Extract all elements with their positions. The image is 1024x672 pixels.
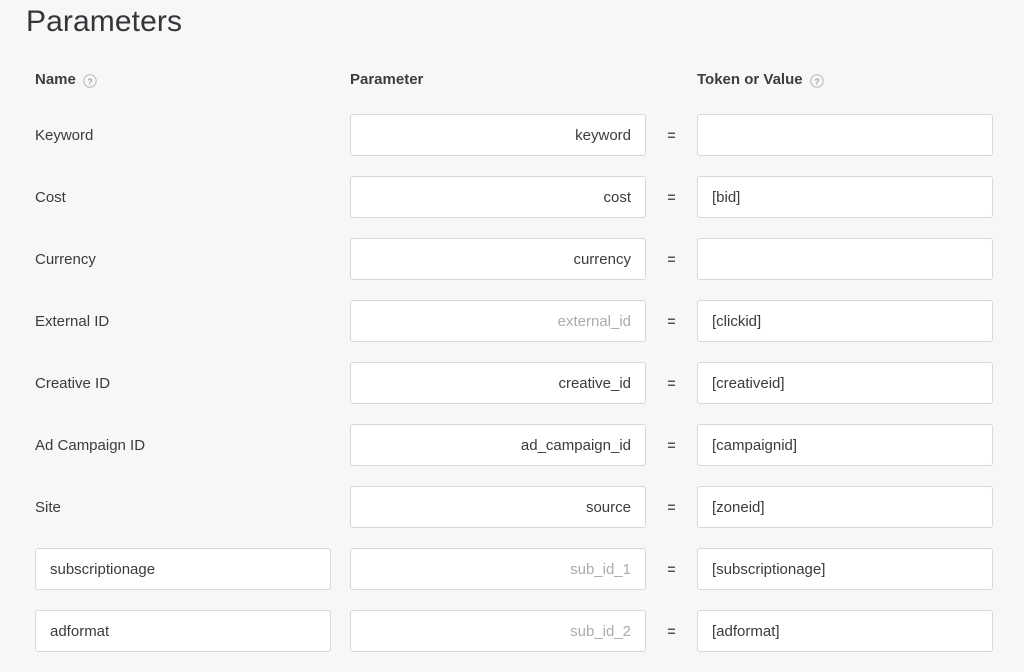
parameter-name-input[interactable] — [35, 548, 331, 590]
parameter-row: External ID = — [0, 300, 1024, 362]
parameters-rows: Keyword=Cost=Currency=External ID=Creati… — [0, 114, 1024, 672]
equals-separator: = — [646, 362, 697, 404]
parameter-row: Creative ID = — [0, 362, 1024, 424]
svg-text:?: ? — [814, 76, 819, 86]
parameter-name-label: Creative ID — [35, 362, 110, 404]
parameter-token-input[interactable] — [697, 238, 993, 280]
parameter-row: Currency = — [0, 238, 1024, 300]
parameter-key-input[interactable] — [350, 610, 646, 652]
column-header-token: Token or Value ? — [697, 70, 824, 90]
column-header-token-label: Token or Value — [697, 70, 803, 90]
parameter-token-input[interactable] — [697, 486, 993, 528]
parameter-token-input[interactable] — [697, 114, 993, 156]
parameter-name-label: Currency — [35, 238, 96, 280]
parameter-token-input[interactable] — [697, 548, 993, 590]
column-header-name-label: Name — [35, 70, 76, 90]
equals-separator: = — [646, 300, 697, 342]
parameter-key-input[interactable] — [350, 548, 646, 590]
parameter-key-input[interactable] — [350, 176, 646, 218]
parameter-key-input[interactable] — [350, 486, 646, 528]
equals-separator: = — [646, 238, 697, 280]
parameter-row: Cost = — [0, 176, 1024, 238]
equals-separator: = — [646, 176, 697, 218]
svg-text:?: ? — [87, 76, 92, 86]
parameter-row: Keyword = — [0, 114, 1024, 176]
equals-separator: = — [646, 548, 697, 590]
parameter-row: = — [0, 548, 1024, 610]
parameter-token-input[interactable] — [697, 300, 993, 342]
page-title: Parameters — [26, 2, 182, 42]
parameter-token-input[interactable] — [697, 424, 993, 466]
parameter-key-input[interactable] — [350, 424, 646, 466]
column-header-parameter: Parameter — [350, 70, 423, 90]
parameter-row: = — [0, 610, 1024, 672]
help-circle-icon[interactable]: ? — [83, 74, 97, 88]
parameter-name-label: External ID — [35, 300, 109, 342]
parameter-name-label: Cost — [35, 176, 66, 218]
parameter-name-input[interactable] — [35, 610, 331, 652]
equals-separator: = — [646, 486, 697, 528]
parameter-row: Site = — [0, 486, 1024, 548]
parameter-token-input[interactable] — [697, 610, 993, 652]
parameter-key-input[interactable] — [350, 362, 646, 404]
parameter-name-label: Ad Campaign ID — [35, 424, 145, 466]
column-headers: Name ? Parameter Token or Value ? — [0, 68, 1024, 94]
equals-separator: = — [646, 424, 697, 466]
parameter-token-input[interactable] — [697, 176, 993, 218]
parameter-key-input[interactable] — [350, 114, 646, 156]
equals-separator: = — [646, 114, 697, 156]
parameter-token-input[interactable] — [697, 362, 993, 404]
help-circle-icon[interactable]: ? — [810, 74, 824, 88]
column-header-name: Name ? — [35, 70, 97, 90]
parameter-row: Ad Campaign ID = — [0, 424, 1024, 486]
parameters-page: Parameters Name ? Parameter Token or Val… — [0, 0, 1024, 669]
parameter-name-label: Keyword — [35, 114, 93, 156]
parameter-key-input[interactable] — [350, 300, 646, 342]
parameter-name-label: Site — [35, 486, 61, 528]
equals-separator: = — [646, 610, 697, 652]
column-header-parameter-label: Parameter — [350, 70, 423, 90]
parameter-key-input[interactable] — [350, 238, 646, 280]
